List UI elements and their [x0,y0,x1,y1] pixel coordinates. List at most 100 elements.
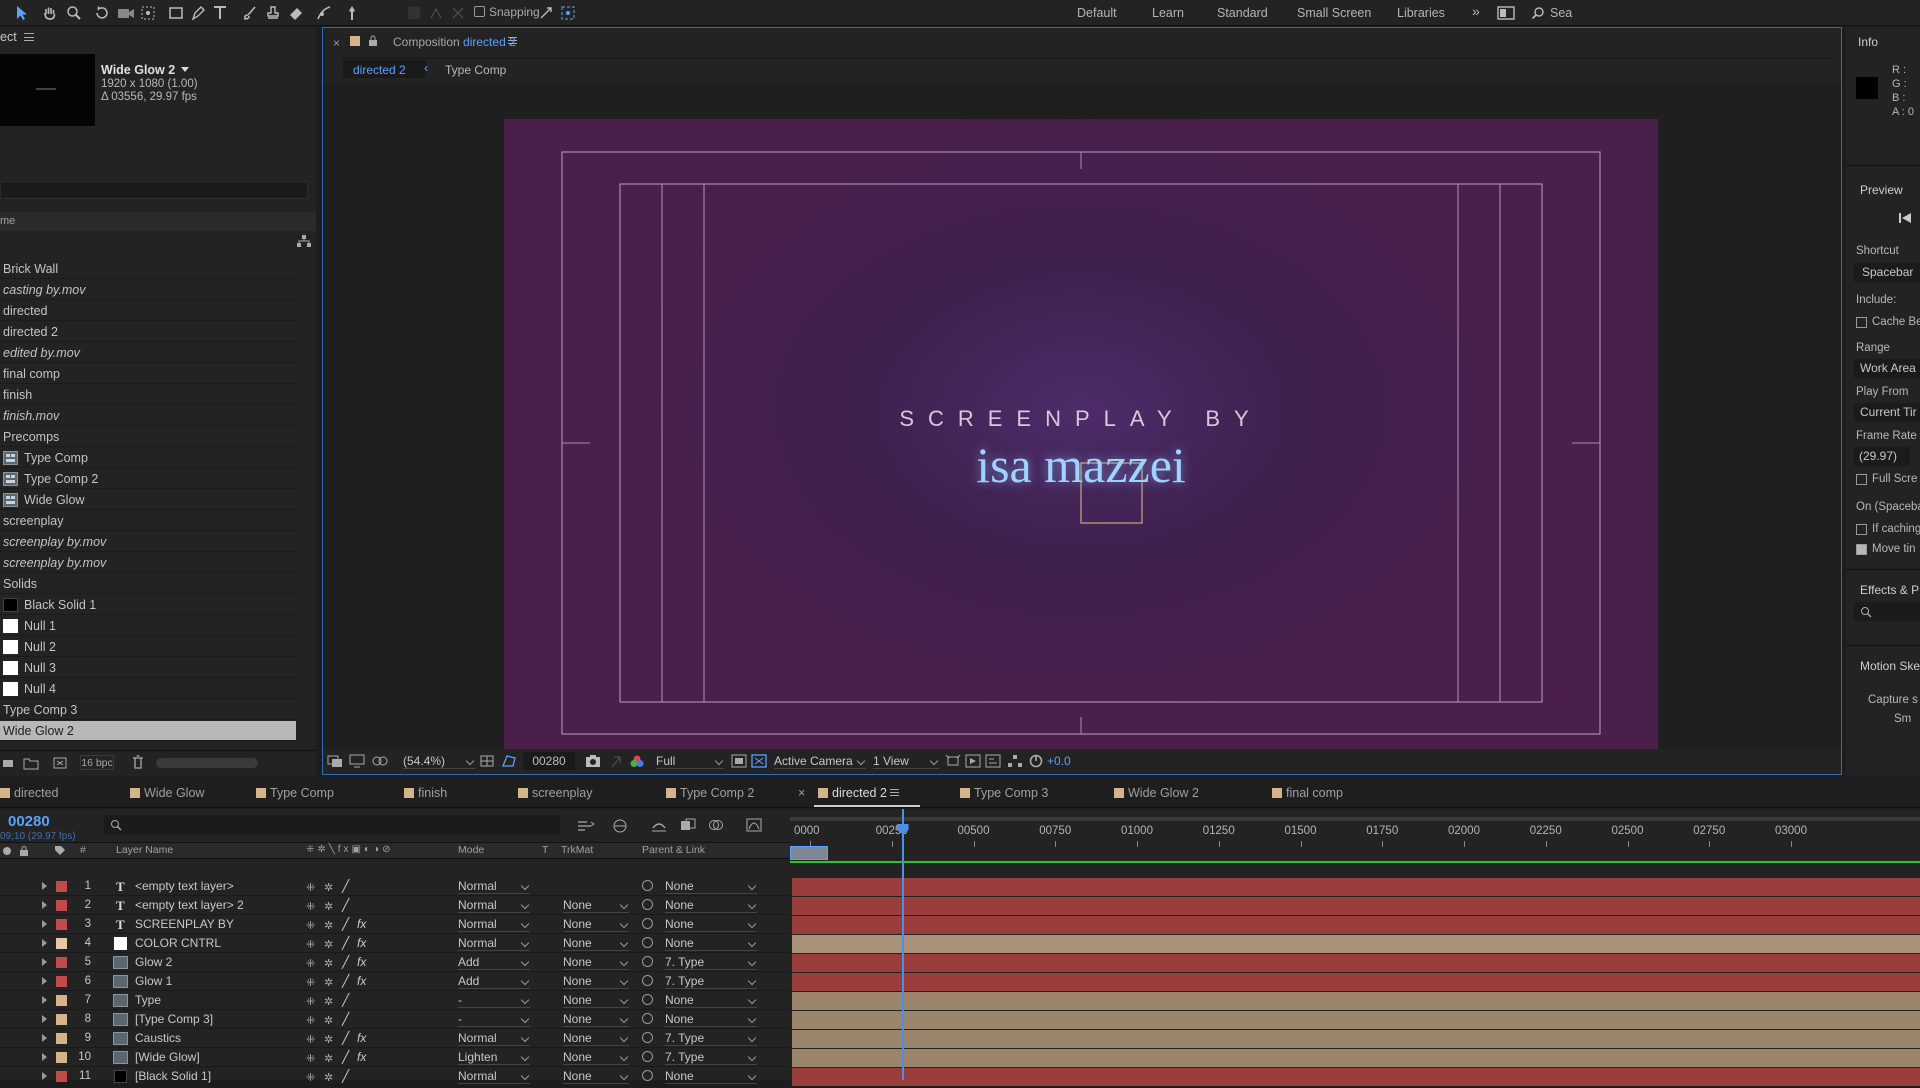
expand-arrow-icon[interactable] [42,958,47,966]
layer-name-column-header[interactable]: Layer Name [116,844,173,856]
project-item[interactable]: directed [0,301,296,321]
blend-mode-dropdown[interactable]: Normal [458,935,530,951]
parent-dropdown[interactable]: None [665,1068,757,1084]
project-item[interactable]: final comp [0,364,296,384]
layer-row[interactable]: 8 [Type Comp 3] ⁜ ✲ ╱ - None None [0,1010,790,1029]
timeline-tab[interactable]: directed 2 [832,786,887,800]
blend-mode-dropdown[interactable]: Add [458,954,530,970]
layer-duration-bar[interactable] [792,878,1920,896]
project-search-input[interactable] [0,181,308,199]
trkmat-dropdown[interactable]: None [563,897,629,913]
parent-dropdown[interactable]: 7. Type [665,1030,757,1046]
project-item[interactable]: Brick Wall [0,259,296,279]
timeline-tab[interactable]: Wide Glow 2 [1128,786,1199,800]
layer-label-color[interactable] [56,881,67,892]
project-item[interactable]: screenplay [0,511,296,531]
quality-switch-icon[interactable]: ╱ [342,915,349,934]
clone-stamp-tool-icon[interactable] [263,3,283,23]
expand-arrow-icon[interactable] [42,1015,47,1023]
quality-switch-icon[interactable]: ╱ [342,1010,349,1029]
cache-checkbox[interactable] [1856,317,1867,328]
project-item[interactable]: finish.mov [0,406,296,426]
search-help-label[interactable]: Sea [1550,6,1572,20]
new-composition-icon[interactable] [52,756,68,770]
pick-whip-icon[interactable] [642,994,653,1005]
tab-menu-icon[interactable] [890,789,899,796]
preview-title[interactable]: Preview [1860,183,1903,197]
layer-duration-bar[interactable] [792,935,1920,953]
project-item[interactable]: Null 1 [0,616,296,636]
show-snapshot-icon[interactable] [609,754,623,768]
snap-features-icon[interactable] [558,3,578,23]
time-ruler[interactable]: 0000 00250 00500 00750 01000 01250 01500 01750 0… [790,809,1920,861]
reset-exposure-icon[interactable] [1029,754,1043,768]
layer-label-color[interactable] [56,1052,67,1063]
parent-dropdown[interactable]: None [665,878,757,894]
quality-switch-icon[interactable]: ╱ [342,896,349,915]
exposure-value[interactable]: +0.0 [1047,754,1071,768]
project-item[interactable]: Wide Glow [0,490,296,510]
fx-switch-icon[interactable]: fx [357,1048,366,1067]
quality-switch-icon[interactable]: ╱ [342,1048,349,1067]
pick-whip-icon[interactable] [642,1013,653,1024]
project-item[interactable]: edited by.mov [0,343,296,363]
workspace-standard[interactable]: Standard [1217,6,1268,20]
project-item[interactable]: Type Comp [0,448,296,468]
pick-whip-icon[interactable] [642,975,653,986]
layer-name[interactable]: Caustics [135,1029,181,1048]
motion-blur-icon[interactable] [708,818,724,832]
fx-switch-icon[interactable]: fx [357,1029,366,1048]
pick-whip-icon[interactable] [642,1032,653,1043]
timeline-search-input[interactable] [104,815,560,834]
camera-dropdown[interactable]: Active Camera [774,753,866,769]
world-axis-icon[interactable] [426,3,446,23]
timeline-shortcut-icon[interactable] [985,754,1001,768]
blend-mode-dropdown[interactable]: - [458,1011,530,1027]
blend-mode-dropdown[interactable]: Lighten [458,1049,530,1065]
pen-tool-icon[interactable] [188,3,208,23]
quality-switch-icon[interactable]: ╱ [342,877,349,896]
quality-switch-icon[interactable]: ╱ [342,1029,349,1048]
selection-tool-icon[interactable] [12,3,32,23]
expand-arrow-icon[interactable] [42,920,47,928]
layer-row[interactable]: 6 Glow 1 ⁜ ✲ ╱ fx Add None 7. Type [0,972,790,991]
project-panel-title[interactable]: ect [0,30,17,44]
pick-whip-icon[interactable] [642,1070,653,1081]
trkmat-dropdown[interactable]: None [563,992,629,1008]
work-area-bar[interactable] [790,817,1920,821]
mask-visibility-icon[interactable] [371,754,389,768]
interpret-footage-icon[interactable] [2,757,14,769]
layer-row[interactable]: 7 Type ⁜ ✲ ╱ - None None [0,991,790,1010]
comp-panel-menu-icon[interactable] [508,37,517,44]
fx-switch-icon[interactable]: fx [357,972,366,991]
workspace-learn[interactable]: Learn [1152,6,1184,20]
trkmat-column-header[interactable]: TrkMat [561,844,593,856]
snapping-checkbox[interactable] [474,6,485,17]
shy-switch-icon[interactable]: ⁜ [306,1069,315,1088]
quality-switch-icon[interactable]: ╱ [342,1067,349,1086]
eraser-tool-icon[interactable] [286,3,306,23]
layer-duration-bar[interactable] [792,1011,1920,1029]
timeline-tab[interactable]: Wide Glow [144,786,204,800]
expand-arrow-icon[interactable] [42,1072,47,1080]
parent-link-column-header[interactable]: Parent & Link [642,844,705,856]
project-item[interactable]: screenplay by.mov [0,532,296,552]
expand-arrow-icon[interactable] [42,901,47,909]
blend-mode-dropdown[interactable]: Add [458,973,530,989]
timecode-display[interactable]: 00280 [523,752,575,770]
current-time-indicator[interactable] [896,809,909,1080]
expand-arrow-icon[interactable] [42,882,47,890]
layer-duration-bar[interactable] [792,1049,1920,1067]
parent-dropdown[interactable]: None [665,1011,757,1027]
frame-rate-dropdown[interactable]: (29.97) [1854,447,1910,466]
rotate-tool-icon[interactable] [92,3,112,23]
pick-whip-icon[interactable] [642,937,653,948]
label-header-icon[interactable] [54,845,66,857]
if-caching-checkbox[interactable] [1856,524,1867,535]
flowchart-view-icon[interactable] [1007,754,1023,768]
layer-row[interactable]: 4 COLOR CNTRL ⁜ ✲ ╱ fx Normal None None [0,934,790,953]
layer-label-color[interactable] [56,995,67,1006]
project-item[interactable]: Black Solid 1 [0,595,296,615]
layer-label-color[interactable] [56,957,67,968]
project-item[interactable]: screenplay by.mov [0,553,296,573]
